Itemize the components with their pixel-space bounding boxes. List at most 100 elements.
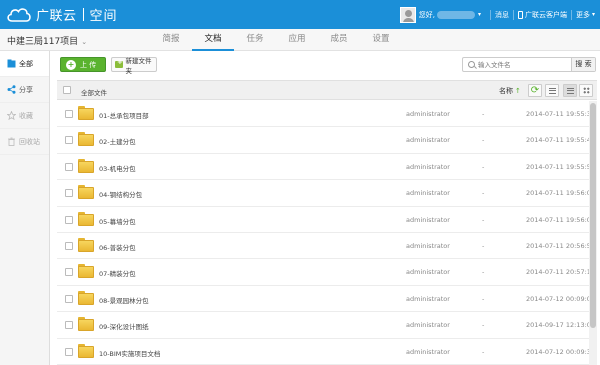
file-owner: administrator xyxy=(406,241,450,250)
logo[interactable]: 广联云 空间 xyxy=(6,5,118,24)
new-folder-icon xyxy=(115,58,124,68)
file-owner: administrator xyxy=(406,110,450,118)
file-size: - xyxy=(482,162,485,171)
list-view-button[interactable] xyxy=(563,84,577,97)
sidebar-item-label: 回收站 xyxy=(19,137,40,146)
table-row[interactable]: 01-总承包项目部 administrator - 2014-07-11 19:… xyxy=(57,101,597,128)
file-size: - xyxy=(482,321,485,330)
avatar[interactable] xyxy=(399,6,416,23)
client-download-link[interactable]: 广联云客户端 xyxy=(525,10,567,20)
tab-settings[interactable]: 设置 xyxy=(360,29,402,51)
trash-icon xyxy=(8,137,15,146)
upload-label: 上 传 xyxy=(80,60,97,69)
row-checkbox[interactable] xyxy=(65,321,73,330)
more-menu-link[interactable]: 更多 xyxy=(576,10,590,20)
sidebar-item-favorites[interactable]: 收藏 xyxy=(0,103,49,129)
folder-icon xyxy=(78,211,94,226)
file-list: 01-总承包项目部 administrator - 2014-07-11 19:… xyxy=(57,101,597,365)
file-date: 2014-09-17 12:13:07 xyxy=(526,321,596,330)
list-view-icon xyxy=(566,87,574,94)
file-date: 2014-07-12 00:09:30 xyxy=(526,347,596,356)
file-date: 2014-07-11 19:56:03 xyxy=(526,189,596,198)
file-date: 2014-07-11 19:55:55 xyxy=(526,162,596,171)
logo-divider xyxy=(82,8,84,21)
upload-button[interactable]: + 上 传 xyxy=(60,57,106,72)
table-row[interactable]: 03-机电分包 administrator - 2014-07-11 19:55… xyxy=(57,154,597,181)
sidebar-item-trash[interactable]: 回收站 xyxy=(0,129,49,155)
divider xyxy=(489,9,491,20)
row-checkbox[interactable] xyxy=(65,241,73,250)
table-row[interactable]: 07-精装分包 administrator - 2014-07-11 20:57… xyxy=(57,259,597,286)
refresh-icon: ⟳ xyxy=(530,84,540,96)
search-button[interactable]: 搜 索 xyxy=(571,58,595,71)
new-folder-button[interactable]: 新建文件夹 xyxy=(111,57,157,75)
file-owner: administrator xyxy=(406,321,450,330)
file-size: - xyxy=(482,110,485,118)
file-size: - xyxy=(482,189,485,198)
messages-link[interactable]: 消息 xyxy=(495,10,509,20)
tab-apps[interactable]: 应用 xyxy=(276,29,318,51)
file-name[interactable]: 07-精装分包 xyxy=(99,268,136,278)
project-tabs: 简报 文档 任务 应用 成员 设置 xyxy=(150,29,402,51)
file-name[interactable]: 10-BIM实施项目文档 xyxy=(99,348,160,358)
sidebar-item-all[interactable]: 全部 xyxy=(0,51,49,77)
scrollbar[interactable] xyxy=(589,101,597,365)
user-menu-chevron-icon[interactable]: ▾ xyxy=(478,11,481,18)
refresh-button[interactable]: ⟳ xyxy=(528,84,542,97)
tab-tasks[interactable]: 任务 xyxy=(234,29,276,51)
table-row[interactable]: 08-景观园林分包 administrator - 2014-07-12 00:… xyxy=(57,286,597,313)
sort-by-name[interactable]: 名称 ↑ xyxy=(499,86,521,96)
file-date: 2014-07-11 19:55:39 xyxy=(526,110,596,118)
file-name[interactable]: 04-钢结构分包 xyxy=(99,189,142,199)
tab-documents[interactable]: 文档 xyxy=(192,29,234,51)
sort-options-button[interactable] xyxy=(545,84,559,97)
file-name[interactable]: 01-总承包项目部 xyxy=(99,110,149,120)
scrollbar-thumb[interactable] xyxy=(590,103,596,328)
file-owner: administrator xyxy=(406,294,450,303)
table-row[interactable]: 10-BIM实施项目文档 administrator - 2014-07-12 … xyxy=(57,339,597,365)
search-input[interactable] xyxy=(478,60,568,70)
file-owner: administrator xyxy=(406,136,450,145)
file-owner: administrator xyxy=(406,189,450,198)
grid-view-button[interactable] xyxy=(579,84,593,97)
file-name[interactable]: 06-普装分包 xyxy=(99,242,136,252)
select-all-checkbox[interactable] xyxy=(63,86,71,94)
row-checkbox[interactable] xyxy=(65,268,73,277)
file-size: - xyxy=(482,241,485,250)
divider xyxy=(570,9,572,20)
file-table-header: 全部文件 名称 ↑ ⟳ xyxy=(57,80,597,100)
all-files-label: 全部文件 xyxy=(81,89,107,97)
tab-members[interactable]: 成员 xyxy=(318,29,360,51)
table-row[interactable]: 05-幕墙分包 administrator - 2014-07-11 19:56… xyxy=(57,207,597,233)
file-name[interactable]: 09-深化设计图纸 xyxy=(99,321,149,331)
file-name[interactable]: 02-土建分包 xyxy=(99,136,136,146)
row-checkbox[interactable] xyxy=(65,215,73,224)
row-checkbox[interactable] xyxy=(65,294,73,303)
row-checkbox[interactable] xyxy=(65,162,73,171)
file-name[interactable]: 08-景观园林分包 xyxy=(99,295,149,305)
table-row[interactable]: 09-深化设计图纸 administrator - 2014-09-17 12:… xyxy=(57,312,597,339)
folder-icon xyxy=(78,237,94,252)
folder-icon xyxy=(78,106,94,120)
table-row[interactable]: 04-钢结构分包 administrator - 2014-07-11 19:5… xyxy=(57,180,597,207)
sidebar: 全部 分享 收藏 回收站 xyxy=(0,51,50,365)
file-date: 2014-07-11 19:56:09 xyxy=(526,215,596,224)
file-owner: administrator xyxy=(406,347,450,356)
file-date: 2014-07-11 19:55:48 xyxy=(526,136,596,145)
sidebar-item-label: 收藏 xyxy=(19,111,33,120)
sidebar-item-share[interactable]: 分享 xyxy=(0,77,49,103)
file-name[interactable]: 05-幕墙分包 xyxy=(99,216,136,226)
more-chevron-icon[interactable]: ▾ xyxy=(592,11,595,18)
row-checkbox[interactable] xyxy=(65,347,73,356)
project-selector[interactable]: 中建三局117项目 ⌄ xyxy=(7,34,87,47)
file-name[interactable]: 03-机电分包 xyxy=(99,163,136,173)
table-row[interactable]: 02-土建分包 administrator - 2014-07-11 19:55… xyxy=(57,127,597,154)
tab-brief[interactable]: 简报 xyxy=(150,29,192,51)
row-checkbox[interactable] xyxy=(65,110,73,118)
folder-icon xyxy=(78,158,94,173)
phone-icon xyxy=(517,10,523,19)
table-row[interactable]: 06-普装分包 administrator - 2014-07-11 20:56… xyxy=(57,233,597,260)
row-checkbox[interactable] xyxy=(65,189,73,198)
row-checkbox[interactable] xyxy=(65,136,73,145)
brand-name: 广联云 xyxy=(36,9,77,24)
